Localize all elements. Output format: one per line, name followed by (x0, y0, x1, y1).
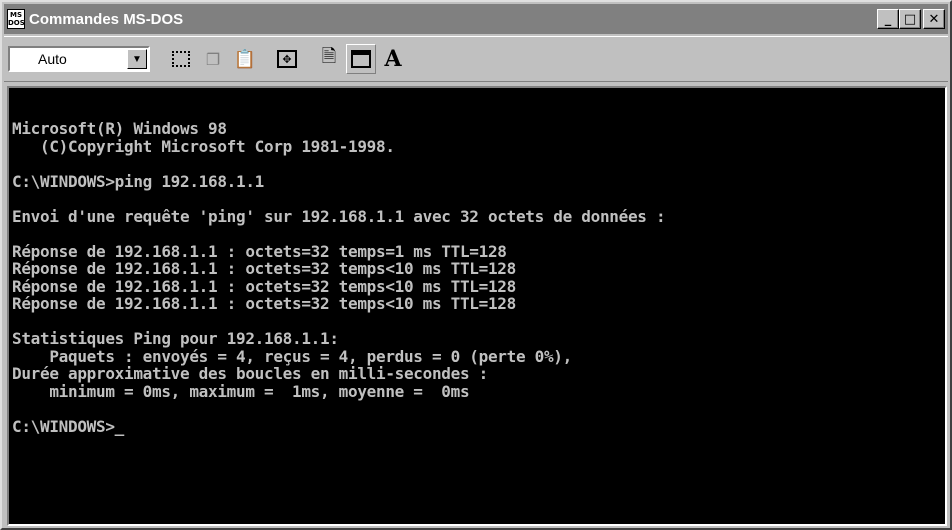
console-screen[interactable]: Microsoft(R) Windows 98 (C)Copyright Mic… (7, 86, 947, 526)
window-controls: _ □ ✕ (877, 9, 945, 29)
console-output: Microsoft(R) Windows 98 (C)Copyright Mic… (12, 119, 666, 436)
console-line: C:\WINDOWS>ping 192.168.1.1 (12, 171, 264, 191)
properties-button[interactable]: 🗎 (314, 44, 344, 74)
console-line: Statistiques Ping pour 192.168.1.1: (12, 329, 339, 348)
command-prompt[interactable]: C:\WINDOWS>_ (12, 417, 665, 436)
fullscreen-icon: ✥ (277, 50, 297, 68)
fullscreen-button[interactable]: ✥ (272, 44, 302, 74)
close-button[interactable]: ✕ (923, 9, 945, 29)
maximize-button[interactable]: □ (899, 9, 921, 29)
font-size-value: Auto (38, 51, 67, 67)
console-line: minimum = 0ms, maximum = 1ms, moyenne = … (12, 381, 470, 401)
mark-button[interactable] (166, 44, 196, 74)
toolbar: Auto ▼ ❐ 📋 ✥ 🗎 A (4, 36, 948, 82)
copy-icon: ❐ (205, 49, 221, 69)
msdos-window: MS DOS Commandes MS-DOS _ □ ✕ Auto ▼ ❐ 📋 … (0, 0, 952, 530)
copy-button[interactable]: ❐ (198, 44, 228, 74)
chevron-down-icon[interactable]: ▼ (127, 49, 147, 69)
properties-icon: 🗎 (321, 46, 337, 67)
background-button[interactable] (346, 44, 376, 74)
console-line: (C)Copyright Microsoft Corp 1981-1998. (12, 136, 395, 156)
font-button[interactable]: A (378, 44, 408, 74)
title-bar[interactable]: MS DOS Commandes MS-DOS _ □ ✕ (4, 4, 948, 34)
console-line: Réponse de 192.168.1.1 : octets=32 temps… (12, 294, 516, 313)
window-title: Commandes MS-DOS (29, 10, 184, 28)
console-line: Réponse de 192.168.1.1 : octets=32 temps… (12, 241, 507, 261)
console-line: Durée approximative des boucles en milli… (12, 364, 488, 383)
paste-icon: 📋 (233, 48, 257, 70)
console-line: Réponse de 192.168.1.1 : octets=32 temps… (12, 259, 516, 278)
background-icon (351, 50, 371, 68)
console-line: Microsoft(R) Windows 98 (12, 119, 227, 138)
console-line: Réponse de 192.168.1.1 : octets=32 temps… (12, 276, 516, 296)
console-line: Envoi d'une requête 'ping' sur 192.168.1… (12, 206, 666, 226)
console-line: Paquets : envoyés = 4, reçus = 4, perdus… (12, 346, 572, 366)
mark-icon (172, 51, 190, 67)
font-size-select[interactable]: Auto ▼ (8, 46, 150, 72)
paste-button[interactable]: 📋 (230, 44, 260, 74)
minimize-button[interactable]: _ (877, 9, 899, 29)
msdos-icon[interactable]: MS DOS (7, 9, 25, 29)
font-icon: A (384, 46, 402, 72)
